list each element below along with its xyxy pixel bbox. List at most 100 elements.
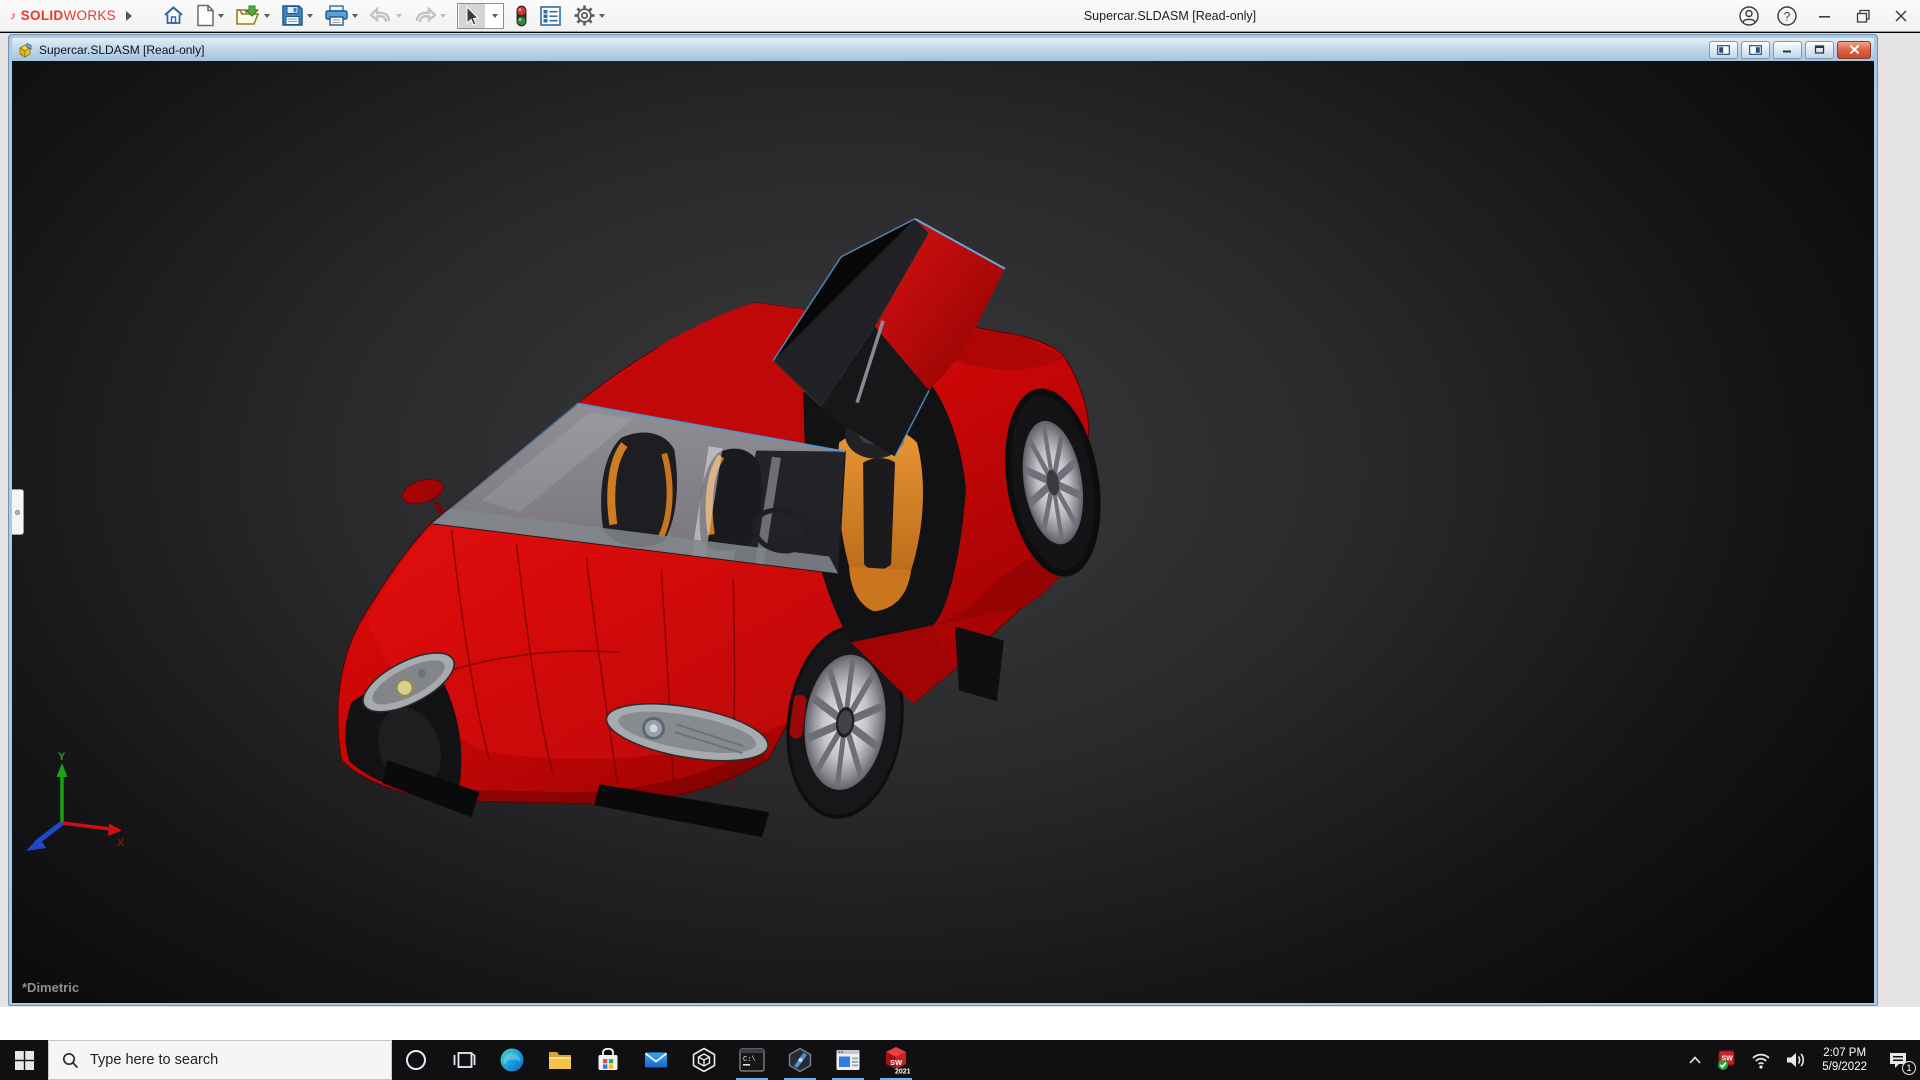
main-toolbar [162,2,605,30]
home-button[interactable] [162,4,185,27]
left-mirror [399,475,445,518]
taskbar-app-command-prompt[interactable]: C:\ [728,1040,776,1080]
pane-tab-grip [15,510,20,515]
wifi-icon [1751,1051,1771,1069]
supercar-model[interactable] [12,61,1874,1003]
tray-date: 5/9/2022 [1822,1060,1867,1074]
options-list-button[interactable] [539,5,562,27]
restore-button[interactable] [1844,0,1882,32]
save-icon [281,4,304,27]
3d-viewer-icon [691,1047,717,1073]
minimize-icon [1818,9,1832,23]
taskbar-app-edge[interactable] [488,1040,536,1080]
print-dropdown[interactable] [352,14,358,18]
new-document-icon [196,4,215,27]
task-view-icon [452,1048,476,1072]
notification-count-badge: 1 [1902,1061,1916,1075]
print-button[interactable] [324,4,358,27]
graphics-viewport[interactable]: Y X *Dimetric [12,61,1874,1003]
mdi-area: Supercar.SLDASM [Read-only] [0,33,1920,1040]
doc-close-icon [1849,45,1860,54]
open-button[interactable] [235,4,270,27]
taskbar-app-mail[interactable] [632,1040,680,1080]
save-button[interactable] [281,4,313,27]
toolbar-flyout-arrow-icon[interactable] [126,11,132,21]
taskbar-app-3d-viewer[interactable] [680,1040,728,1080]
new-document-button[interactable] [196,4,224,27]
pane-right-icon [1749,45,1762,55]
side-intake [955,626,1004,701]
start-button[interactable] [0,1040,48,1080]
edrawings-icon [787,1047,813,1073]
tray-overflow-button[interactable] [1681,1040,1709,1080]
select-cursor-icon [463,5,481,27]
select-tool-button[interactable] [457,3,504,29]
microsoft-store-icon [595,1047,621,1073]
search-placeholder: Type here to search [90,1052,218,1068]
help-icon: ? [1776,5,1798,27]
help-button[interactable]: ? [1768,0,1806,32]
document-window: Supercar.SLDASM [Read-only] [8,34,1878,1006]
account-icon [1738,5,1760,27]
app-document-title: Supercar.SLDASM [Read-only] [1020,0,1320,32]
close-icon [1894,9,1908,23]
redo-dropdown[interactable] [440,14,446,18]
taskbar-search-input[interactable]: Type here to search [48,1040,392,1080]
status-bar [0,1007,1920,1040]
undo-icon [369,5,393,27]
settings-gear-icon [573,4,596,27]
doc-close-button[interactable] [1837,41,1871,59]
close-button[interactable] [1882,0,1920,32]
featuremanager-collapse-tab[interactable] [12,489,24,535]
taskbar-app-store[interactable] [584,1040,632,1080]
task-view-button[interactable] [440,1040,488,1080]
svg-text:2021: 2021 [895,1069,910,1076]
tray-network[interactable] [1744,1040,1778,1080]
minimize-button[interactable] [1806,0,1844,32]
doc-minimize-button[interactable] [1773,41,1802,59]
system-tray: SW 2:07 PM 5/9/2022 [1681,1040,1920,1080]
cortana-button[interactable] [392,1040,440,1080]
taskbar-app-file-explorer[interactable] [536,1040,584,1080]
redo-icon [413,5,437,27]
tray-time: 2:07 PM [1823,1046,1866,1060]
action-center-button[interactable]: 1 [1876,1040,1920,1080]
options-list-icon [539,5,562,27]
doc-minimize-icon [1782,45,1793,54]
mouse-gestures-button[interactable] [515,4,528,28]
account-button[interactable] [1730,0,1768,32]
settings-button[interactable] [573,4,605,27]
file-explorer-icon [547,1047,573,1073]
home-icon [162,4,185,27]
document-titlebar[interactable]: Supercar.SLDASM [Read-only] [12,38,1874,61]
mail-icon [643,1047,669,1073]
triad-x-label: X [117,837,125,849]
edge-icon [499,1047,525,1073]
windows-taskbar: Type here to search [0,1040,1920,1080]
orientation-triad: Y X [18,749,128,859]
solidworks-2021-icon: SW 2021 [882,1045,910,1075]
mouse-gestures-icon [515,4,528,28]
brand-text: SOLIDWORKS [21,8,116,23]
select-dropdown[interactable] [492,14,498,18]
pane-toggle-left-button[interactable] [1709,41,1738,59]
command-prompt-icon: C:\ [739,1048,765,1072]
doc-restore-button[interactable] [1805,41,1834,59]
cortana-icon [404,1048,428,1072]
open-dropdown[interactable] [264,14,270,18]
undo-button[interactable] [369,5,402,27]
save-dropdown[interactable] [307,14,313,18]
tray-clock[interactable]: 2:07 PM 5/9/2022 [1813,1040,1876,1080]
pane-toggle-right-button[interactable] [1741,41,1770,59]
tray-volume[interactable] [1778,1040,1813,1080]
solidworks-resource-monitor-icon: SW [1716,1050,1737,1071]
redo-button[interactable] [413,5,446,27]
taskbar-app-edrawings[interactable] [776,1040,824,1080]
tray-solidworks-monitor[interactable]: SW [1709,1040,1744,1080]
taskbar-app-remote-window[interactable] [824,1040,872,1080]
undo-dropdown[interactable] [396,14,402,18]
settings-dropdown[interactable] [599,14,605,18]
taskbar-app-solidworks[interactable]: SW 2021 [872,1040,920,1080]
restore-icon [1856,9,1871,24]
new-document-dropdown[interactable] [218,14,224,18]
